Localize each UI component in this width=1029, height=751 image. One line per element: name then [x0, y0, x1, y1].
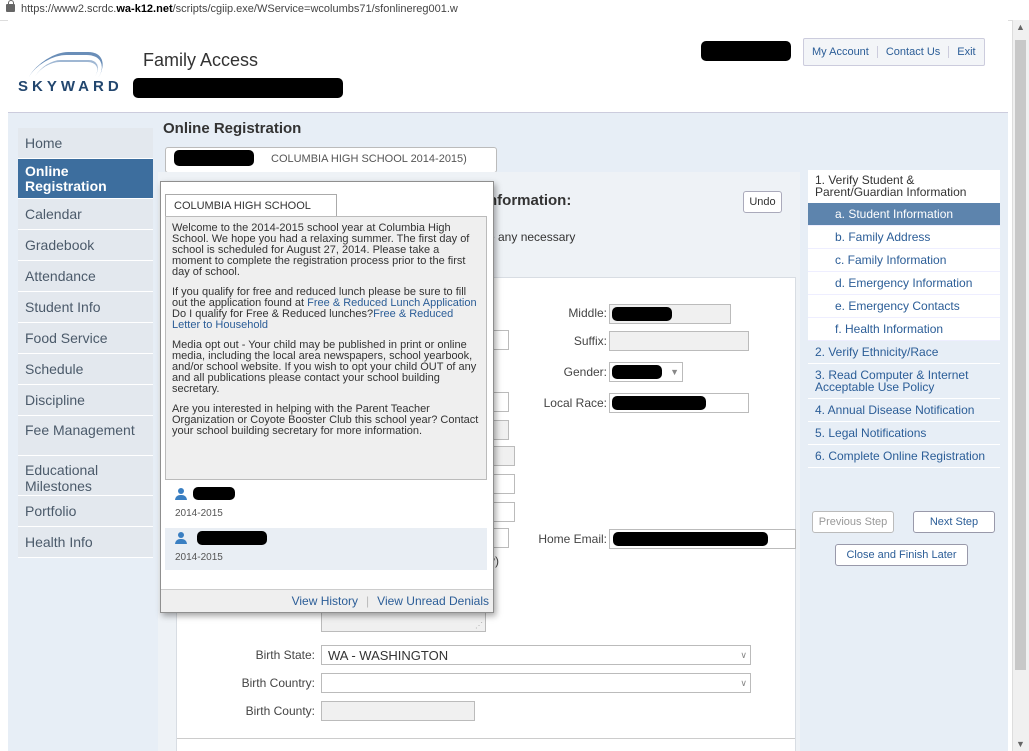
- next-step-button[interactable]: Next Step: [913, 511, 995, 533]
- my-account-link[interactable]: My Account: [804, 46, 878, 58]
- birth-state-select[interactable]: WA - WASHINGTON ∨: [321, 645, 751, 665]
- home-email-field[interactable]: [609, 529, 796, 549]
- view-history-link[interactable]: View History: [288, 594, 362, 608]
- nav-attendance[interactable]: Attendance: [18, 261, 153, 292]
- scroll-thumb[interactable]: [1015, 40, 1026, 670]
- birth-state-label: Birth State:: [255, 648, 315, 662]
- chevron-down-icon: ∨: [740, 678, 747, 688]
- step-1b[interactable]: b. Family Address: [808, 226, 1000, 249]
- undo-button[interactable]: Undo: [743, 191, 782, 213]
- family-access-app: SKYWARD Family Access My Account Contact…: [8, 20, 1008, 751]
- middle-label: Middle:: [568, 306, 607, 320]
- step-3[interactable]: 3. Read Computer & Internet Acceptable U…: [808, 364, 1000, 399]
- url-domain: wa-k12.net: [116, 3, 173, 15]
- step-1e[interactable]: e. Emergency Contacts: [808, 295, 1000, 318]
- side-nav: Home Online Registration Calendar Gradeb…: [18, 128, 153, 558]
- student-entry[interactable]: 2014-2015: [165, 528, 487, 570]
- middle-name-field[interactable]: [609, 304, 731, 324]
- lock-icon: [6, 0, 15, 12]
- nav-educational-milestones[interactable]: Educational Milestones: [18, 456, 153, 496]
- message-welcome: Welcome to the 2014-2015 school year at …: [172, 222, 470, 278]
- school-tab[interactable]: COLUMBIA HIGH SCHOOL 2014-2015): [165, 147, 497, 173]
- nav-online-registration[interactable]: Online Registration: [18, 159, 153, 199]
- popup-footer: View History | View Unread Denials: [161, 589, 493, 612]
- scroll-down-icon[interactable]: ▼: [1016, 739, 1025, 749]
- user-icon: [175, 532, 187, 544]
- url-text[interactable]: https://www2.scrdc.wa-k12.net/scripts/cg…: [21, 3, 458, 15]
- birth-county-label: Birth County:: [245, 704, 315, 718]
- chevron-down-icon: ▼: [670, 367, 679, 377]
- page-title: Online Registration: [163, 120, 302, 137]
- message-media: Media opt out - Your child may be publis…: [172, 339, 477, 395]
- redacted-user-name: [133, 78, 343, 98]
- nav-student-info[interactable]: Student Info: [18, 292, 153, 323]
- step-4[interactable]: 4. Annual Disease Notification: [808, 399, 1000, 422]
- birth-county-field[interactable]: [321, 701, 475, 721]
- close-finish-later-button[interactable]: Close and Finish Later: [835, 544, 968, 566]
- nav-portfolio[interactable]: Portfolio: [18, 496, 153, 527]
- gender-select[interactable]: ▼: [609, 362, 683, 382]
- nav-gradebook[interactable]: Gradebook: [18, 230, 153, 261]
- message-pto: Are you interested in helping with the P…: [172, 403, 479, 437]
- suffix-field[interactable]: [609, 331, 749, 351]
- nav-home[interactable]: Home: [18, 128, 153, 159]
- app-title: Family Access: [143, 50, 259, 70]
- nav-fee-management[interactable]: Fee Management: [18, 416, 153, 456]
- view-unread-denials-link[interactable]: View Unread Denials: [373, 594, 493, 608]
- birth-state-value: WA - WASHINGTON: [328, 648, 449, 663]
- nav-discipline[interactable]: Discipline: [18, 385, 153, 416]
- step-1c[interactable]: c. Family Information: [808, 249, 1000, 272]
- instructions-text: e any necessary: [488, 230, 576, 244]
- scroll-up-icon[interactable]: ▲: [1016, 22, 1025, 32]
- birth-country-select[interactable]: ∨: [321, 673, 751, 693]
- gender-label: Gender:: [563, 365, 607, 379]
- birth-country-label: Birth Country:: [241, 676, 315, 690]
- local-race-label: Local Race:: [543, 396, 607, 410]
- form-divider: [177, 738, 795, 739]
- user-icon: [175, 488, 187, 500]
- chevron-down-icon: ∨: [740, 650, 747, 660]
- nav-calendar[interactable]: Calendar: [18, 199, 153, 230]
- previous-step-button[interactable]: Previous Step: [812, 511, 894, 533]
- top-links: My Account Contact Us Exit: [803, 38, 985, 66]
- page-header: SKYWARD Family Access My Account Contact…: [8, 20, 1008, 113]
- nav-food-service[interactable]: Food Service: [18, 323, 153, 354]
- nav-health-info[interactable]: Health Info: [18, 527, 153, 558]
- resize-grip-icon[interactable]: ⋰: [475, 621, 483, 630]
- step-1d[interactable]: d. Emergency Information: [808, 272, 1000, 295]
- exit-link[interactable]: Exit: [949, 46, 983, 58]
- browser-url-bar[interactable]: https://www2.scrdc.wa-k12.net/scripts/cg…: [0, 0, 1029, 21]
- student-year: 2014-2015: [175, 508, 223, 519]
- step-5[interactable]: 5. Legal Notifications: [808, 422, 1000, 445]
- popup-message-body: Welcome to the 2014-2015 school year at …: [165, 216, 487, 480]
- home-email-label: Home Email:: [538, 532, 607, 546]
- redacted-student-tab: [174, 150, 254, 166]
- student-entry[interactable]: 2014-2015: [165, 484, 487, 526]
- step-1f[interactable]: f. Health Information: [808, 318, 1000, 341]
- student-year: 2014-2015: [175, 552, 223, 563]
- page-scrollbar[interactable]: ▲ ▼: [1012, 20, 1029, 751]
- redacted-account-name: [701, 41, 791, 61]
- school-tab-label: COLUMBIA HIGH SCHOOL 2014-2015): [271, 153, 467, 165]
- school-messages-popup: COLUMBIA HIGH SCHOOL Welcome to the 2014…: [160, 181, 494, 613]
- skyward-logo: SKYWARD: [18, 52, 123, 96]
- step-1a[interactable]: a. Student Information: [808, 203, 1000, 226]
- contact-us-link[interactable]: Contact Us: [878, 46, 950, 58]
- step-1[interactable]: 1. Verify Student & Parent/Guardian Info…: [808, 170, 1000, 203]
- step-6[interactable]: 6. Complete Online Registration: [808, 445, 1000, 468]
- step-2[interactable]: 2. Verify Ethnicity/Race: [808, 341, 1000, 364]
- nav-schedule[interactable]: Schedule: [18, 354, 153, 385]
- local-race-field[interactable]: [609, 393, 749, 413]
- url-prefix: https://www2.scrdc.: [21, 3, 117, 15]
- message-lunch: If you qualify for free and reduced lunc…: [172, 286, 477, 331]
- registration-steps: 1. Verify Student & Parent/Guardian Info…: [808, 170, 1000, 468]
- suffix-label: Suffix:: [573, 334, 607, 348]
- url-path: /scripts/cgiip.exe/WService=wcolumbs71/s…: [172, 3, 458, 15]
- section-heading: nformation:: [488, 192, 572, 209]
- popup-school-tab[interactable]: COLUMBIA HIGH SCHOOL: [165, 194, 337, 218]
